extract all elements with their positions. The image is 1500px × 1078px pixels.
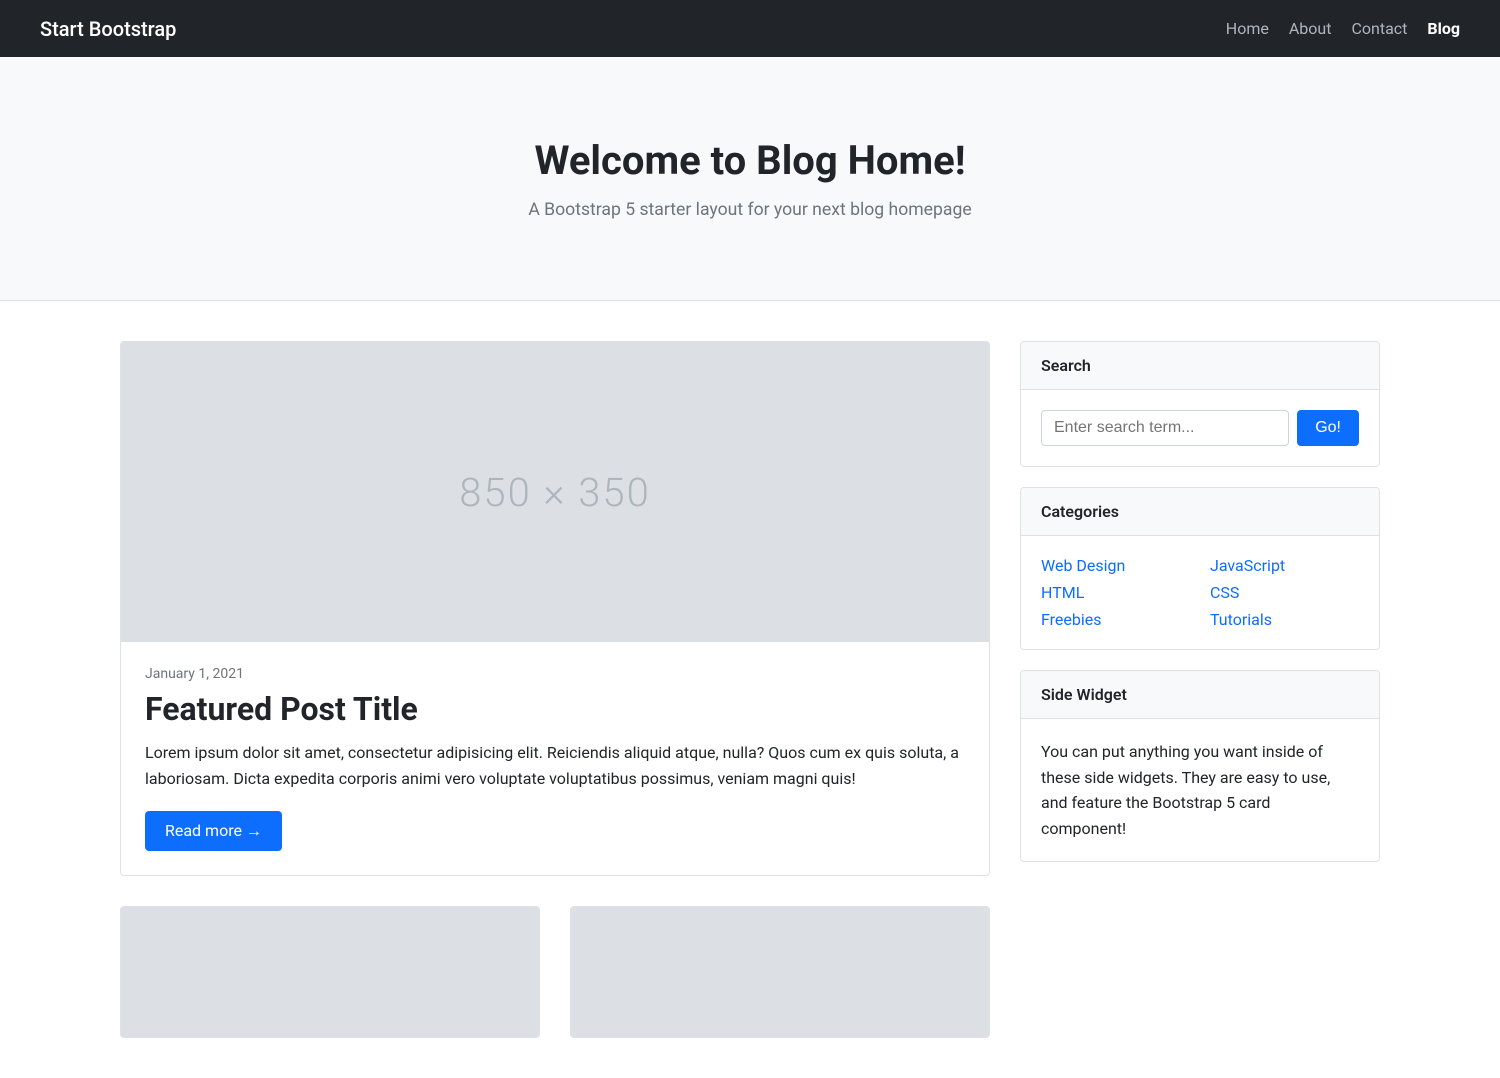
navbar-brand[interactable]: Start Bootstrap xyxy=(40,17,176,41)
search-widget-body: Go! xyxy=(1021,390,1379,466)
categories-widget-body: Web Design JavaScript HTML CSS Freebies … xyxy=(1021,536,1379,649)
small-card-1-image xyxy=(121,907,539,1037)
featured-post-text: Lorem ipsum dolor sit amet, consectetur … xyxy=(145,740,965,791)
main-layout: 850 × 350 January 1, 2021 Featured Post … xyxy=(120,341,1380,1038)
nav-link-home[interactable]: Home xyxy=(1226,19,1269,38)
category-javascript[interactable]: JavaScript xyxy=(1210,556,1359,575)
side-widget-text: You can put anything you want inside of … xyxy=(1041,739,1359,841)
categories-widget-header: Categories xyxy=(1021,488,1379,536)
side-widget: Side Widget You can put anything you wan… xyxy=(1020,670,1380,862)
category-css[interactable]: CSS xyxy=(1210,583,1359,602)
search-input[interactable] xyxy=(1041,410,1289,446)
featured-card: 850 × 350 January 1, 2021 Featured Post … xyxy=(120,341,990,876)
hero-title: Welcome to Blog Home! xyxy=(20,137,1480,184)
nav-link-contact[interactable]: Contact xyxy=(1351,19,1407,38)
search-form: Go! xyxy=(1041,410,1359,446)
category-html[interactable]: HTML xyxy=(1041,583,1190,602)
content-area: 850 × 350 January 1, 2021 Featured Post … xyxy=(120,341,990,1038)
featured-post-date: January 1, 2021 xyxy=(145,666,965,682)
category-freebies[interactable]: Freebies xyxy=(1041,610,1190,629)
small-card-1 xyxy=(120,906,540,1038)
read-more-button[interactable]: Read more → xyxy=(145,811,282,851)
sidebar: Search Go! Categories Web Design JavaScr… xyxy=(1020,341,1380,862)
navbar-links: Home About Contact Blog xyxy=(1226,19,1460,38)
featured-post-title: Featured Post Title xyxy=(145,690,965,728)
category-web-design[interactable]: Web Design xyxy=(1041,556,1190,575)
search-widget-header: Search xyxy=(1021,342,1379,390)
navbar: Start Bootstrap Home About Contact Blog xyxy=(0,0,1500,57)
small-card-2 xyxy=(570,906,990,1038)
hero-subtitle: A Bootstrap 5 starter layout for your ne… xyxy=(20,200,1480,220)
categories-widget: Categories Web Design JavaScript HTML CS… xyxy=(1020,487,1380,650)
main-container: 850 × 350 January 1, 2021 Featured Post … xyxy=(100,301,1400,1078)
nav-link-about[interactable]: About xyxy=(1289,19,1332,38)
featured-image-placeholder: 850 × 350 xyxy=(121,342,989,642)
search-go-button[interactable]: Go! xyxy=(1297,410,1359,446)
small-card-2-image xyxy=(571,907,989,1037)
bottom-cards-row xyxy=(120,906,990,1038)
featured-card-body: January 1, 2021 Featured Post Title Lore… xyxy=(121,642,989,875)
side-widget-header: Side Widget xyxy=(1021,671,1379,719)
category-tutorials[interactable]: Tutorials xyxy=(1210,610,1359,629)
nav-link-blog[interactable]: Blog xyxy=(1427,19,1460,38)
categories-grid: Web Design JavaScript HTML CSS Freebies … xyxy=(1041,556,1359,629)
hero-section: Welcome to Blog Home! A Bootstrap 5 star… xyxy=(0,57,1500,301)
side-widget-body: You can put anything you want inside of … xyxy=(1021,719,1379,861)
search-widget: Search Go! xyxy=(1020,341,1380,467)
